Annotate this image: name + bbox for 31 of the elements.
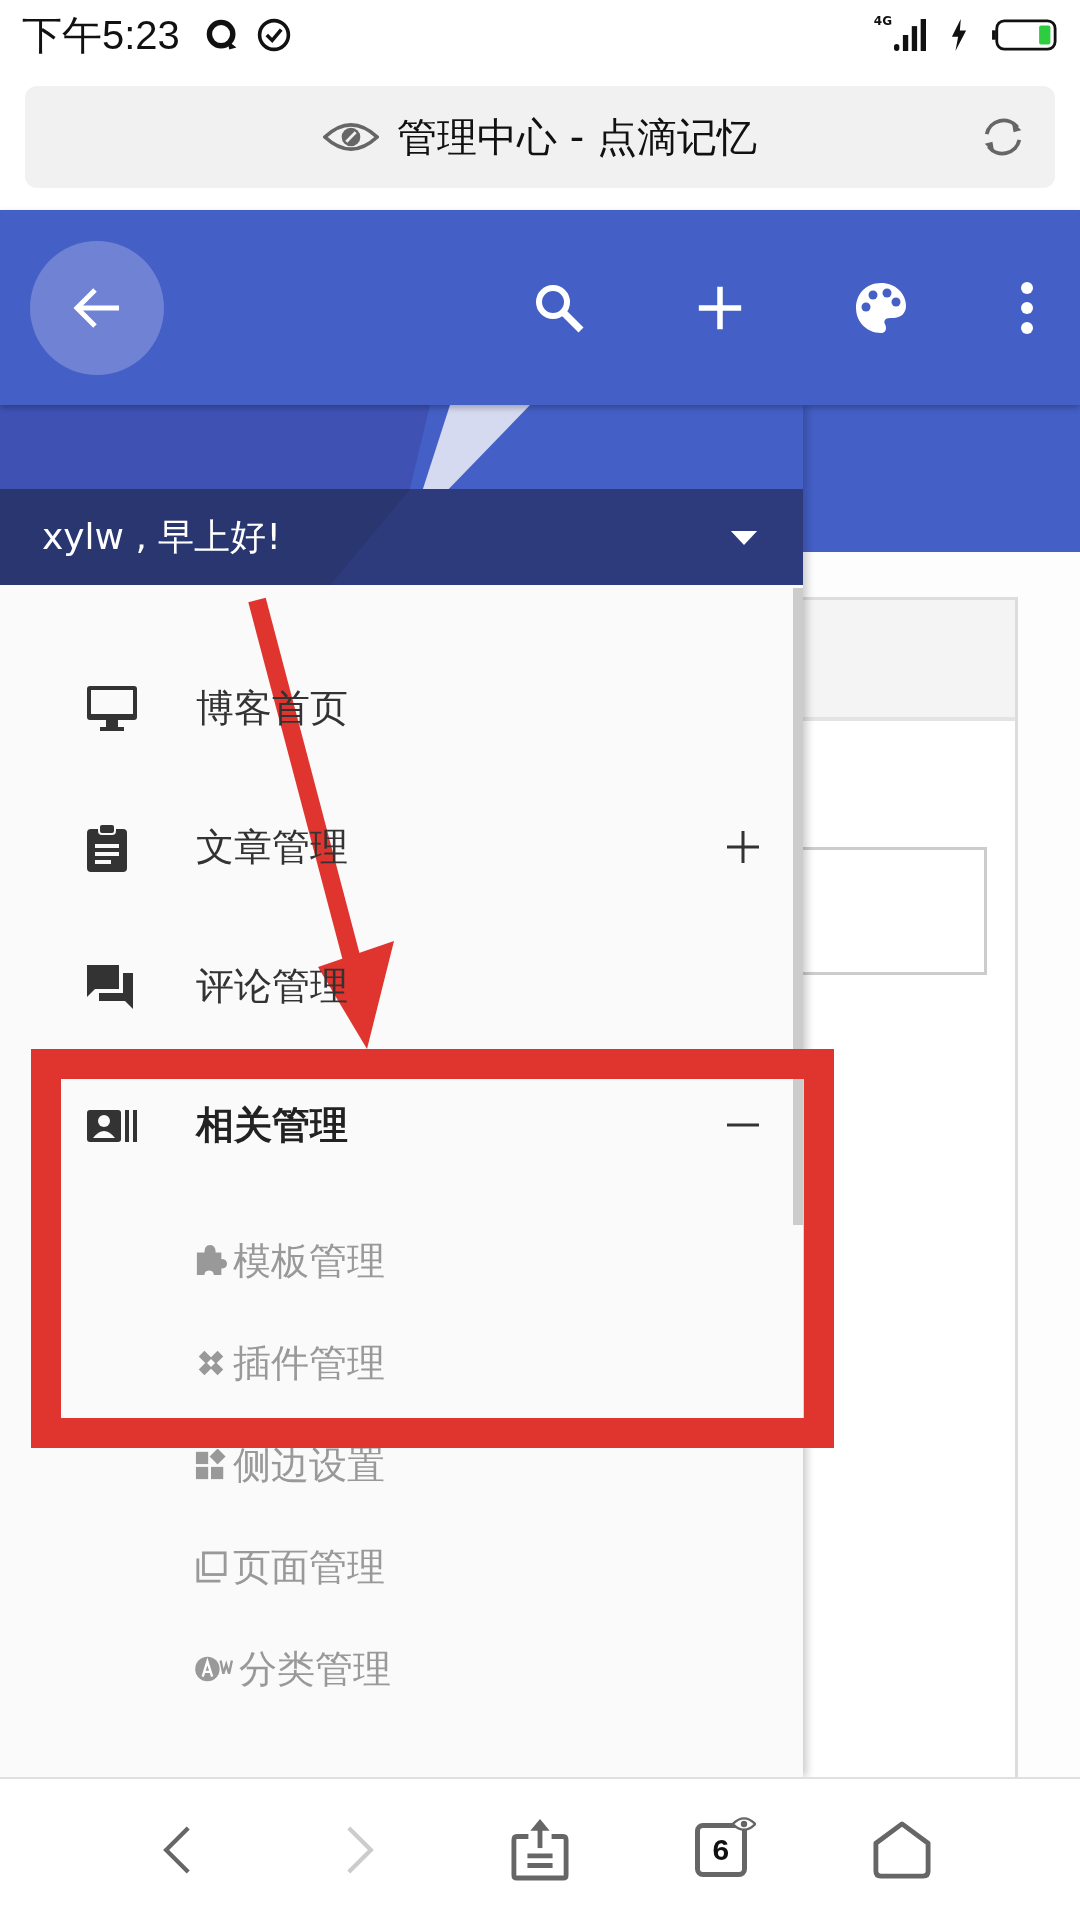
- page-title: 管理中心 - 点滴记忆: [397, 112, 757, 162]
- charging-icon: [950, 19, 968, 51]
- address-bar[interactable]: 管理中心 - 点滴记忆: [25, 86, 1055, 188]
- monitor-icon: [87, 685, 137, 732]
- caret-icon[interactable]: [730, 531, 758, 545]
- submenu-label: 模板管理: [233, 1237, 385, 1285]
- chat-icon: [87, 962, 135, 1011]
- user-greeting: xylw , 早上好!: [42, 515, 281, 559]
- expand-icon[interactable]: [727, 831, 759, 863]
- home-icon: [872, 1820, 931, 1879]
- widgets-icon: [195, 1449, 227, 1481]
- eye-icon: [323, 120, 380, 154]
- menu-item[interactable]: 相关管理: [196, 1100, 348, 1151]
- tab-count: 6: [712, 1832, 730, 1867]
- network-type: 4G: [873, 14, 892, 28]
- signal-icon: [894, 17, 926, 53]
- share-icon: [511, 1818, 569, 1881]
- more-icon[interactable]: [1019, 279, 1035, 336]
- submenu-label: 分类管理: [239, 1645, 391, 1693]
- add-icon[interactable]: [697, 284, 743, 331]
- puzzle-icon: [195, 1245, 227, 1277]
- submenu-label: 页面管理: [233, 1543, 385, 1591]
- tabs-button[interactable]: 6: [680, 1809, 761, 1890]
- clipboard-icon: [87, 823, 127, 872]
- eye-icon: [731, 1815, 756, 1832]
- pages-icon: [195, 1551, 227, 1583]
- status-time: 下午5:23: [22, 11, 180, 59]
- check-circle-icon: [255, 17, 292, 53]
- scrollbar-thumb[interactable]: [793, 588, 803, 1225]
- submenu-label: 插件管理: [233, 1339, 385, 1387]
- battery-icon: [992, 19, 1058, 51]
